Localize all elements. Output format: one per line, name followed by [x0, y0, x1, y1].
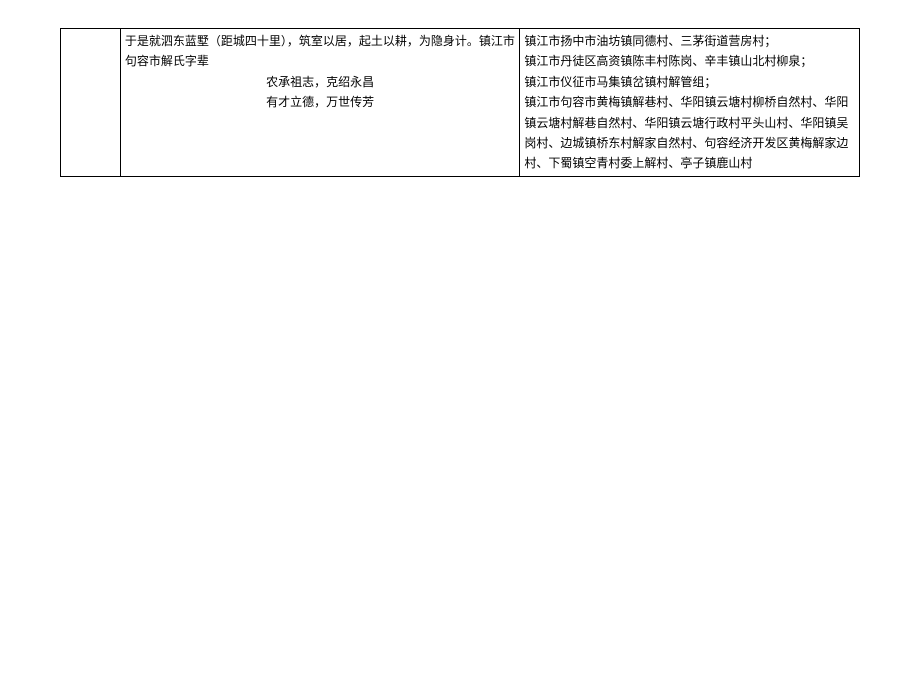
left-line-1: 于是就泗东蓝墅（距城四十里），筑室以居，起土以耕，为隐身计。镇江市句容市解氏字辈: [125, 34, 515, 68]
data-table: 于是就泗东蓝墅（距城四十里），筑室以居，起土以耕，为隐身计。镇江市句容市解氏字辈…: [60, 28, 860, 177]
left-line-3: 有才立德，万世传芳: [125, 92, 515, 112]
right-cell: 镇江市扬中市油坊镇同德村、三茅街道营房村； 镇江市丹徒区高资镇陈丰村陈岗、辛丰镇…: [520, 29, 860, 177]
left-cell: 于是就泗东蓝墅（距城四十里），筑室以居，起土以耕，为隐身计。镇江市句容市解氏字辈…: [120, 29, 519, 177]
right-line-1: 镇江市扬中市油坊镇同德村、三茅街道营房村；: [524, 31, 855, 51]
right-line-3: 镇江市仪征市马集镇岔镇村解管组；: [524, 72, 855, 92]
left-line-2: 农承祖志，克绍永昌: [125, 72, 515, 92]
right-line-4: 镇江市句容市黄梅镇解巷村、华阳镇云塘村柳桥自然村、华阳镇云塘村解巷自然村、华阳镇…: [524, 92, 855, 174]
right-line-2: 镇江市丹徒区高资镇陈丰村陈岗、辛丰镇山北村柳泉；: [524, 51, 855, 71]
empty-cell: [61, 29, 121, 177]
table-row: 于是就泗东蓝墅（距城四十里），筑室以居，起土以耕，为隐身计。镇江市句容市解氏字辈…: [61, 29, 860, 177]
table-container: 于是就泗东蓝墅（距城四十里），筑室以居，起土以耕，为隐身计。镇江市句容市解氏字辈…: [60, 28, 920, 177]
